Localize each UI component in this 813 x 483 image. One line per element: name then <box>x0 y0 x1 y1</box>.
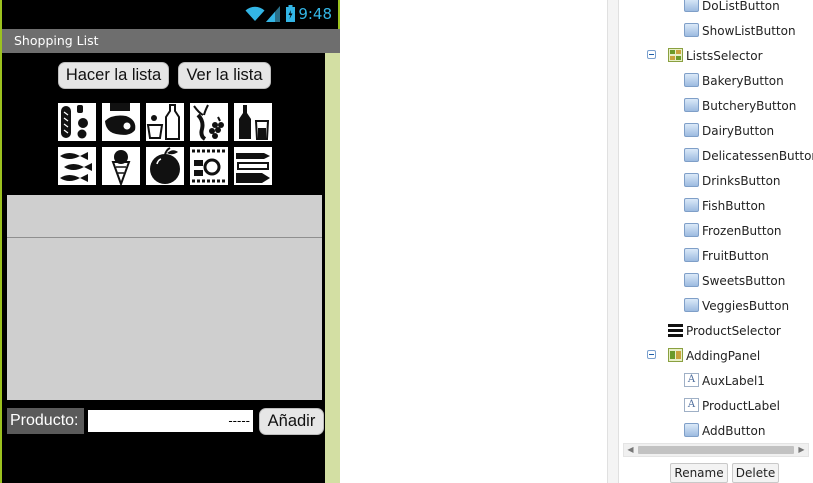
tree-item-label: FruitButton <box>702 249 769 263</box>
make-list-button[interactable]: Hacer la lista <box>58 62 169 89</box>
button-icon <box>684 298 699 312</box>
tree-item-label: FrozenButton <box>702 224 782 238</box>
tree-item-label: DrinksButton <box>702 174 781 188</box>
label-icon: A <box>684 398 699 412</box>
tree-item-label: SweetsButton <box>702 274 786 288</box>
tree-item-label: FishButton <box>702 199 766 213</box>
button-icon <box>684 23 699 37</box>
tree-item-label: VeggiesButton <box>702 299 790 313</box>
collapse-icon[interactable] <box>647 350 656 359</box>
product-input[interactable]: ----- <box>88 410 253 432</box>
fish-icon[interactable] <box>58 147 96 185</box>
veggies-icon[interactable] <box>234 147 272 185</box>
app-screen: Hacer la lista Ver la lista Producto: --… <box>2 53 325 483</box>
tree-item-label: ListsSelector <box>686 49 763 63</box>
drinks-icon[interactable] <box>234 103 272 141</box>
status-time: 9:48 <box>298 5 332 23</box>
button-icon <box>684 148 699 162</box>
scroll-left-arrow-icon[interactable]: ◀ <box>624 444 637 456</box>
component-tree[interactable]: DoListButton ShowListButton ListsSelecto… <box>620 0 813 445</box>
battery-icon <box>286 5 295 22</box>
bakery-icon[interactable] <box>58 103 96 141</box>
tree-item-label: BakeryButton <box>702 74 784 88</box>
collapse-icon[interactable] <box>647 50 656 59</box>
phone-viewer: 9:48 Shopping List Hacer la lista Ver la… <box>0 0 340 483</box>
add-button[interactable]: Añadir <box>259 408 324 435</box>
tree-item-label: ButcheryButton <box>702 99 797 113</box>
rename-button[interactable]: Rename <box>670 463 728 483</box>
button-icon <box>684 198 699 212</box>
tree-item-label: ProductSelector <box>686 324 781 338</box>
arrangement-icon <box>668 48 683 62</box>
list-divider <box>7 237 322 238</box>
adding-panel: Producto: ----- Añadir <box>7 407 325 435</box>
tree-item-label: DelicatessenButton <box>702 149 813 163</box>
button-icon <box>684 223 699 237</box>
view-list-button[interactable]: Ver la lista <box>178 62 271 89</box>
app-title: Shopping List <box>14 33 99 48</box>
tree-item-label: AuxLabel1 <box>702 374 765 388</box>
phone-scroll-strip <box>325 53 340 483</box>
delete-button[interactable]: Delete <box>732 463 779 483</box>
label-icon: A <box>684 373 699 387</box>
tree-item-label: DairyButton <box>702 124 775 138</box>
button-icon <box>684 273 699 287</box>
dairy-icon[interactable] <box>146 103 184 141</box>
signal-icon <box>266 6 280 22</box>
fruit-icon[interactable] <box>146 147 184 185</box>
app-title-bar: Shopping List <box>2 29 340 53</box>
tree-item-label: ProductLabel <box>702 399 780 413</box>
delicatessen-icon[interactable] <box>190 103 228 141</box>
button-icon <box>684 123 699 137</box>
horizontal-arrangement-icon <box>668 348 683 362</box>
listview-icon <box>668 323 683 337</box>
butchery-icon[interactable] <box>102 103 140 141</box>
product-list-view[interactable] <box>7 195 322 400</box>
tree-item-label: AddingPanel <box>686 349 761 363</box>
panel-divider <box>607 0 619 483</box>
tree-horizontal-scrollbar[interactable]: ◀ ▶ <box>623 443 809 457</box>
scrollbar-thumb[interactable] <box>638 446 794 454</box>
sweets-icon[interactable] <box>190 147 228 185</box>
button-icon <box>684 98 699 112</box>
tree-item-label: ShowListButton <box>702 24 796 38</box>
designer-window: 9:48 Shopping List Hacer la lista Ver la… <box>0 0 813 483</box>
status-bar: 9:48 <box>2 0 338 29</box>
button-icon <box>684 173 699 187</box>
product-label: Producto: <box>7 408 84 434</box>
scroll-right-arrow-icon[interactable]: ▶ <box>795 444 808 456</box>
tree-item-label: DoListButton <box>702 0 780 13</box>
button-icon <box>684 73 699 87</box>
wifi-icon <box>245 6 265 21</box>
button-icon <box>684 248 699 262</box>
button-icon <box>684 0 699 12</box>
button-icon <box>684 423 699 437</box>
tree-item-label: AddButton <box>702 424 766 438</box>
frozen-icon[interactable] <box>102 147 140 185</box>
